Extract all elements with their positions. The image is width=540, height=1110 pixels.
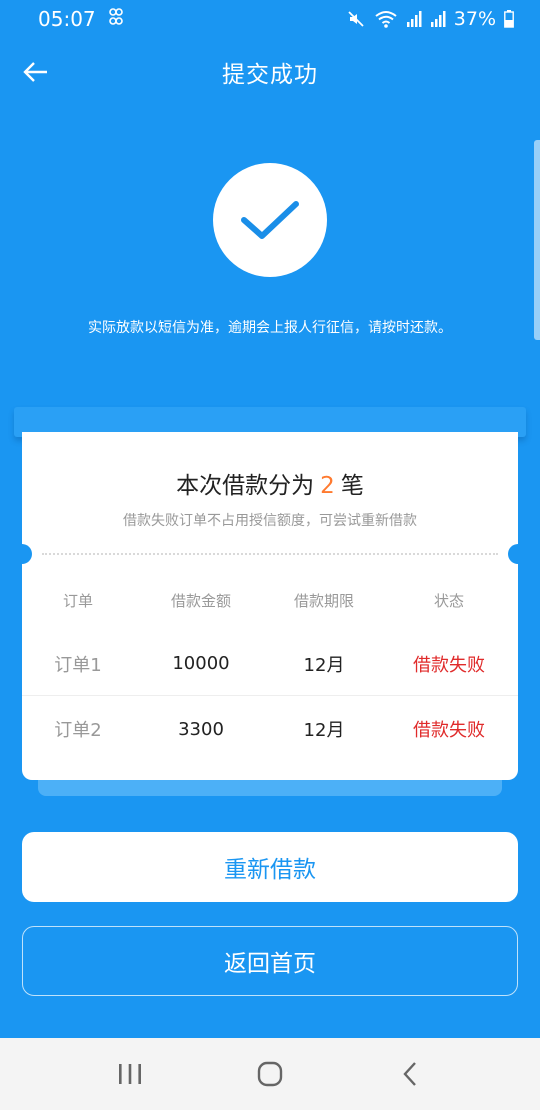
app-notification-icon (108, 7, 124, 31)
battery-icon (504, 10, 514, 28)
back-button[interactable] (16, 52, 56, 92)
recent-apps-button[interactable] (100, 1044, 160, 1104)
card-title-prefix: 本次借款分为 (176, 473, 315, 499)
order-name: 订单2 (54, 720, 102, 741)
header: 提交成功 (0, 40, 540, 104)
status-left: 05:07 (38, 7, 124, 31)
order-name: 订单1 (54, 654, 102, 676)
signal-icon-2 (430, 10, 446, 28)
back-home-button[interactable]: 返回首页 (22, 926, 518, 996)
order-amount: 10000 (172, 653, 230, 674)
back-nav-button[interactable] (380, 1044, 440, 1104)
order-amount: 3300 (178, 718, 224, 740)
status-right: 37% (346, 8, 514, 30)
card-subtitle: 借款失败订单不占用授信额度，可尝试重新借款 (123, 513, 417, 529)
retry-loan-button[interactable]: 重新借款 (22, 832, 518, 902)
loan-result-card: 本次借款分为 2 笔 借款失败订单不占用授信额度，可尝试重新借款 订单 借款金额 借… (12, 432, 528, 780)
order-status: 借款失败 (413, 720, 485, 741)
system-nav-bar (0, 1038, 540, 1110)
card-title: 本次借款分为 2 笔 (22, 466, 518, 500)
order-term: 12月 (303, 720, 345, 741)
signal-icon-1 (406, 10, 422, 28)
dotted-divider (42, 553, 498, 555)
wifi-icon (374, 9, 398, 29)
order-term: 12月 (303, 654, 345, 676)
home-button[interactable] (240, 1044, 300, 1104)
battery-percent: 37% (453, 8, 496, 30)
ticket-notch-left (12, 544, 32, 564)
table-header: 订单 借款金额 借款期限 状态 (22, 587, 518, 615)
status-time: 05:07 (38, 7, 96, 31)
column-order: 订单 (62, 592, 93, 610)
recent-apps-icon (119, 1064, 141, 1084)
loan-count: 2 (320, 473, 335, 499)
column-amount: 借款金额 (170, 592, 231, 610)
notice-text: 实际放款以短信为准，逾期会上报人行征信，请按时还款。 (88, 320, 452, 336)
scroll-indicator (534, 140, 540, 340)
home-icon (257, 1061, 283, 1087)
table-row: 订单2 3300 12月 借款失败 (22, 697, 518, 761)
arrow-left-icon (23, 62, 47, 82)
card-title-suffix: 笔 (340, 473, 364, 499)
mute-icon (346, 9, 366, 29)
ticket-notch-right (508, 544, 528, 564)
column-term: 借款期限 (293, 592, 354, 610)
order-status: 借款失败 (413, 654, 485, 676)
column-status: 状态 (433, 592, 464, 610)
chevron-left-icon (403, 1062, 416, 1086)
status-bar: 05:07 37% (0, 0, 540, 38)
checkmark-icon (241, 201, 299, 239)
success-badge (213, 163, 327, 277)
table-row: 订单1 10000 12月 借款失败 (22, 632, 518, 696)
page-title: 提交成功 (222, 62, 318, 88)
